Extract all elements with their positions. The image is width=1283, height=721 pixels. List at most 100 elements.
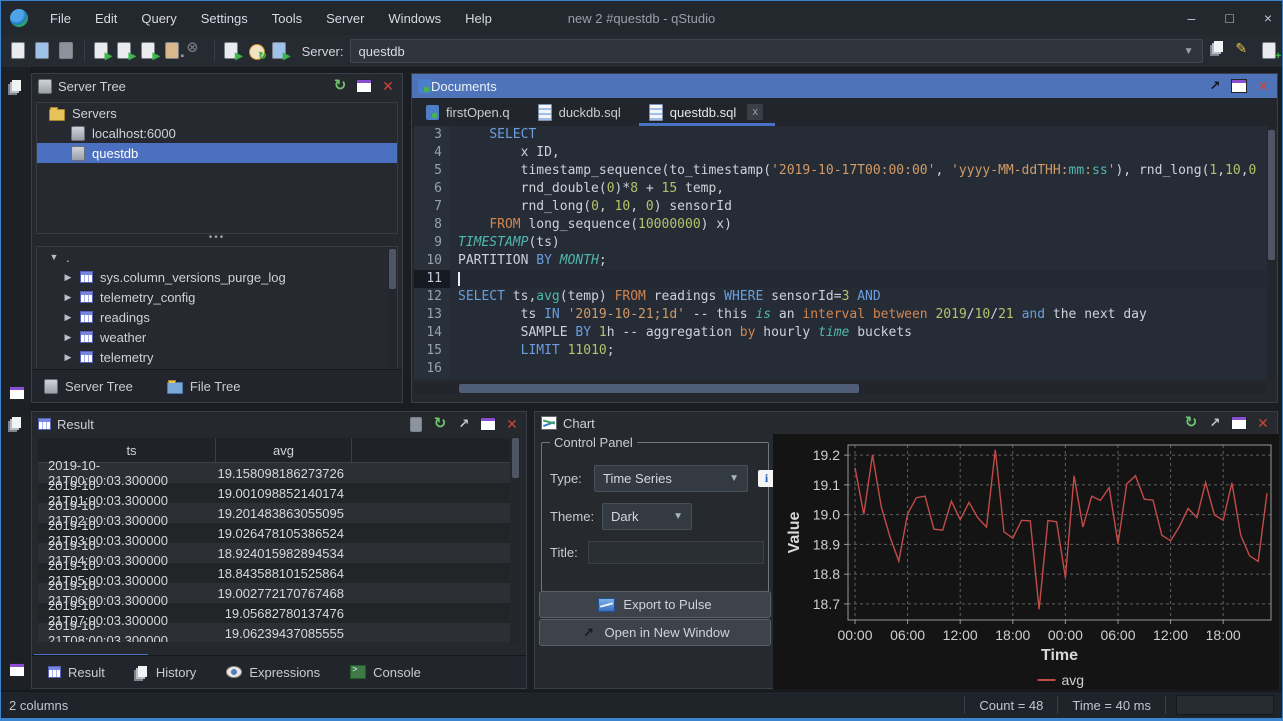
tree-item-server[interactable]: questdb bbox=[37, 143, 397, 163]
close-panel-icon[interactable]: ✕ bbox=[504, 416, 520, 432]
menu-help[interactable]: Help bbox=[455, 7, 502, 30]
run-line-icon[interactable]: ▶ bbox=[114, 40, 136, 62]
tab-expressions[interactable]: Expressions bbox=[226, 665, 320, 680]
close-panel-icon[interactable]: ✕ bbox=[1255, 78, 1271, 94]
new-document-icon[interactable] bbox=[8, 40, 30, 62]
menu-server[interactable]: Server bbox=[316, 7, 374, 30]
copy-server-icon[interactable] bbox=[1211, 40, 1233, 62]
tree-item-table[interactable]: ▶readings bbox=[37, 307, 397, 327]
open-file-icon[interactable] bbox=[32, 40, 54, 62]
tree-item-table[interactable]: ▶weather bbox=[37, 327, 397, 347]
editor-vscrollbar[interactable] bbox=[1267, 126, 1276, 380]
minimize-button[interactable]: – bbox=[1188, 10, 1196, 26]
tree-item-server[interactable]: localhost:6000 bbox=[37, 123, 397, 143]
expand-arrow-icon[interactable]: ▶ bbox=[63, 352, 73, 363]
tab-firstopen-q[interactable]: firstOpen.q bbox=[412, 98, 524, 126]
editor-hscrollbar[interactable] bbox=[414, 383, 1267, 394]
tab-history[interactable]: History bbox=[135, 665, 196, 680]
chart-theme-select[interactable]: Dark ▼ bbox=[602, 503, 692, 530]
chevron-down-icon[interactable]: ▼ bbox=[1184, 46, 1194, 57]
export-icon[interactable] bbox=[408, 416, 424, 432]
close-button[interactable]: × bbox=[1264, 10, 1272, 26]
dock-window-icon[interactable] bbox=[9, 386, 25, 400]
expand-arrow-icon[interactable]: ▶ bbox=[63, 272, 73, 283]
run-query-icon[interactable]: ▶ bbox=[91, 40, 113, 62]
chart-type-select[interactable]: Time Series ▼ bbox=[594, 465, 748, 492]
window-icon[interactable] bbox=[480, 417, 496, 431]
tree-splitter[interactable]: ••• bbox=[32, 234, 402, 244]
refresh-icon[interactable]: ↻ bbox=[332, 78, 348, 94]
menu-edit[interactable]: Edit bbox=[85, 7, 127, 30]
watch-query-icon[interactable]: ↻ bbox=[245, 40, 267, 62]
tab-file-tree[interactable]: File Tree bbox=[167, 379, 241, 394]
code-line[interactable]: 13 ts IN '2019-10-21;1d' -- this is an i… bbox=[414, 306, 1267, 324]
run-selection-icon[interactable]: ▶ bbox=[138, 40, 160, 62]
tab-console[interactable]: Console bbox=[350, 665, 421, 680]
code-line[interactable]: 12SELECT ts,avg(temp) FROM readings WHER… bbox=[414, 288, 1267, 306]
tab-server-tree[interactable]: Server Tree bbox=[44, 379, 133, 394]
column-header-avg[interactable]: avg bbox=[216, 438, 352, 462]
dock-pages-icon[interactable] bbox=[9, 416, 23, 430]
collapse-arrow-icon[interactable]: ▼ bbox=[49, 252, 59, 262]
maximize-button[interactable]: □ bbox=[1225, 10, 1233, 26]
sql-editor[interactable]: 3 SELECT4 x ID,5 timestamp_sequence(to_t… bbox=[414, 126, 1267, 380]
send-query-icon[interactable]: ▶ bbox=[221, 40, 243, 62]
window-icon[interactable] bbox=[1231, 79, 1247, 93]
code-line[interactable]: 14 SAMPLE BY 1h -- aggregation by hourly… bbox=[414, 324, 1267, 342]
export-to-pulse-button[interactable]: Export to Pulse bbox=[539, 591, 771, 618]
window-icon[interactable] bbox=[356, 79, 372, 93]
save-icon[interactable] bbox=[56, 40, 78, 62]
paste-icon[interactable]: ▪ bbox=[162, 40, 184, 62]
history-icon bbox=[135, 665, 149, 679]
tree-item-schema-root[interactable]: ▼ . bbox=[37, 247, 397, 267]
popout-icon[interactable]: ↗ bbox=[1207, 78, 1223, 94]
popout-icon[interactable]: ↗ bbox=[456, 416, 472, 432]
code-line[interactable]: 9TIMESTAMP(ts) bbox=[414, 234, 1267, 252]
refresh-icon[interactable]: ↻ bbox=[432, 416, 448, 432]
result-table[interactable]: tsavg2019-10-21T00:00:03.30000019.158098… bbox=[38, 438, 510, 642]
close-tab-icon[interactable]: x bbox=[747, 104, 763, 120]
expand-arrow-icon[interactable]: ▶ bbox=[63, 312, 73, 323]
tab-duckdb-sql[interactable]: duckdb.sql bbox=[524, 98, 635, 126]
menu-query[interactable]: Query bbox=[131, 7, 186, 30]
dock-pages-icon[interactable] bbox=[9, 79, 23, 93]
code-line[interactable]: 11 bbox=[414, 270, 1267, 288]
menu-file[interactable]: File bbox=[40, 7, 81, 30]
window-icon[interactable] bbox=[1231, 416, 1247, 430]
expand-arrow-icon[interactable]: ▶ bbox=[63, 292, 73, 303]
code-line[interactable]: 7 rnd_long(0, 10, 0) sensorId bbox=[414, 198, 1267, 216]
tree-item-table[interactable]: ▶telemetry_config bbox=[37, 287, 397, 307]
menu-settings[interactable]: Settings bbox=[191, 7, 258, 30]
tab-questdb-sql[interactable]: questdb.sql x bbox=[635, 98, 778, 126]
close-panel-icon[interactable]: ✕ bbox=[380, 78, 396, 94]
tree-item-servers-root[interactable]: Servers bbox=[37, 103, 397, 123]
open-in-new-window-button[interactable]: ↗ Open in New Window bbox=[539, 619, 771, 646]
server-combobox[interactable]: questdb ▼ bbox=[350, 39, 1203, 63]
chart-title-input[interactable] bbox=[588, 541, 764, 564]
menu-tools[interactable]: Tools bbox=[262, 7, 312, 30]
table-row[interactable]: 2019-10-21T08:00:03.30000019.06239437085… bbox=[38, 623, 510, 642]
code-line[interactable]: 15 LIMIT 11010; bbox=[414, 342, 1267, 360]
open-script-icon[interactable]: ▶ bbox=[269, 40, 291, 62]
code-line[interactable]: 8 FROM long_sequence(10000000) x) bbox=[414, 216, 1267, 234]
code-line[interactable]: 5 timestamp_sequence(to_timestamp('2019-… bbox=[414, 162, 1267, 180]
code-line[interactable]: 3 SELECT bbox=[414, 126, 1267, 144]
code-line[interactable]: 4 x ID, bbox=[414, 144, 1267, 162]
code-line[interactable]: 10PARTITION BY MONTH; bbox=[414, 252, 1267, 270]
edit-server-icon[interactable]: ✎ bbox=[1235, 40, 1257, 62]
schema-tree-scrollbar[interactable] bbox=[388, 247, 397, 371]
dock-window-icon[interactable] bbox=[9, 663, 25, 677]
refresh-icon[interactable]: ↻ bbox=[1183, 415, 1199, 431]
add-server-icon[interactable]: + bbox=[1259, 40, 1281, 62]
tree-item-table[interactable]: ▶telemetry bbox=[37, 347, 397, 367]
result-vscrollbar[interactable] bbox=[511, 438, 520, 642]
code-line[interactable]: 16 bbox=[414, 360, 1267, 378]
popout-icon[interactable]: ↗ bbox=[1207, 415, 1223, 431]
tab-result[interactable]: Result bbox=[48, 665, 105, 680]
tree-item-table[interactable]: ▶sys.column_versions_purge_log bbox=[37, 267, 397, 287]
expand-arrow-icon[interactable]: ▶ bbox=[63, 332, 73, 343]
close-panel-icon[interactable]: ✕ bbox=[1255, 415, 1271, 431]
menu-windows[interactable]: Windows bbox=[378, 7, 451, 30]
svg-text:00:00: 00:00 bbox=[1048, 627, 1083, 643]
code-line[interactable]: 6 rnd_double(0)*8 + 15 temp, bbox=[414, 180, 1267, 198]
